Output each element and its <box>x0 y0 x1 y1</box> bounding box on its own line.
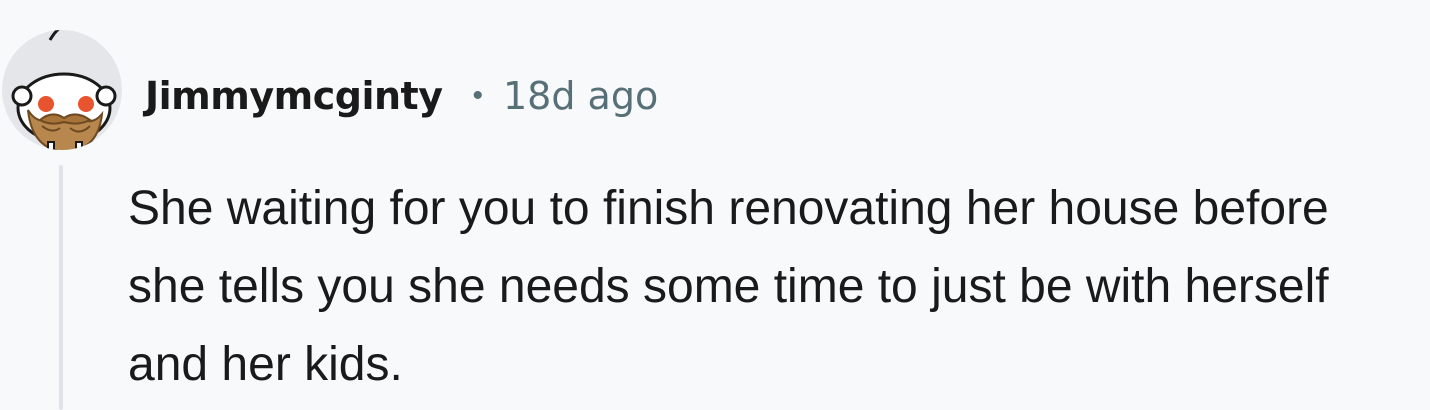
comment-meta: Jimmymcginty • 18d ago <box>145 68 658 124</box>
thread-line[interactable] <box>59 165 63 410</box>
username-link[interactable]: Jimmymcginty <box>145 74 443 118</box>
user-avatar[interactable] <box>2 30 122 150</box>
comment: Jimmymcginty • 18d ago She waiting for y… <box>0 0 1430 410</box>
meta-separator: • <box>472 79 483 112</box>
comment-body: She waiting for you to finish renovating… <box>128 182 1329 391</box>
timestamp[interactable]: 18d ago <box>503 74 658 118</box>
snoo-avatar-icon <box>2 30 122 150</box>
